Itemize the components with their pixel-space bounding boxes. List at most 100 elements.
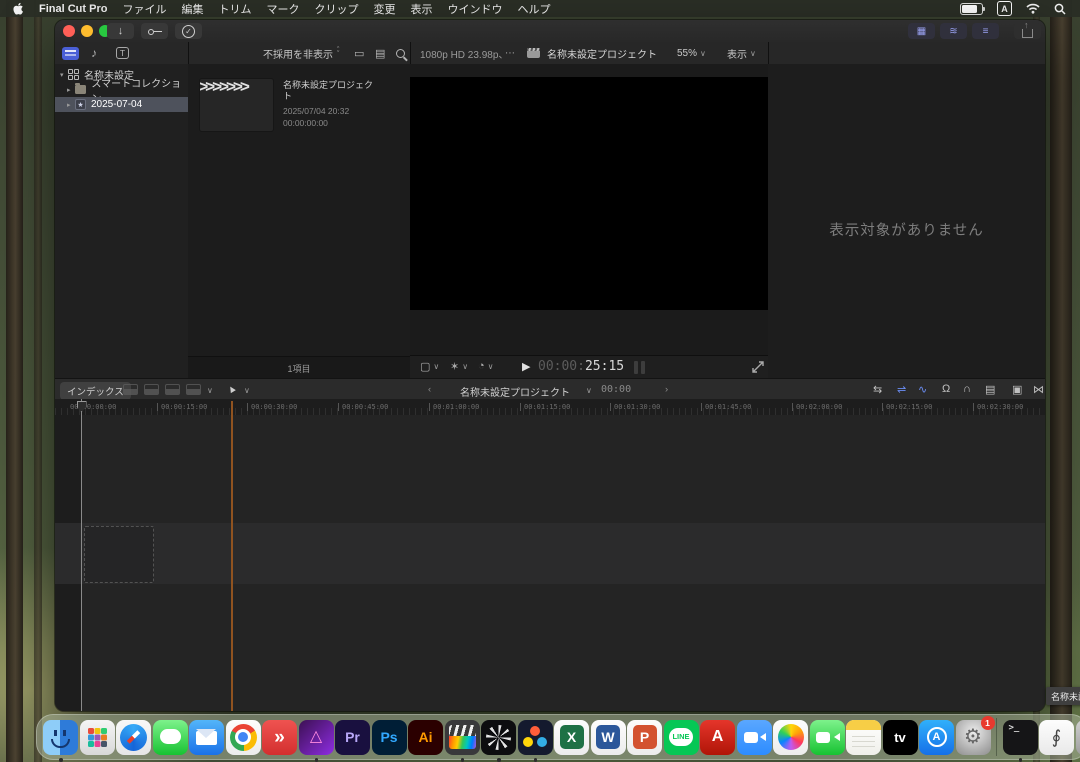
menu-edit[interactable]: 編集 — [181, 1, 203, 17]
list-view-button[interactable]: ▤ — [375, 45, 385, 61]
dock-item-zoom[interactable] — [737, 720, 772, 755]
viewer-format-info[interactable]: 1080p HD 23.98p、 — [420, 45, 508, 61]
dock-item-safari[interactable] — [116, 720, 151, 755]
dock-item-launchpad[interactable] — [80, 720, 115, 755]
minimize-button[interactable] — [81, 25, 93, 37]
effects-browser-icon[interactable]: ⋈ — [1033, 383, 1044, 396]
audio-skimming-icon[interactable]: ∿ — [918, 383, 927, 396]
index-button[interactable]: インデックス — [60, 382, 131, 400]
dock-item-final-cut-pro[interactable] — [445, 720, 480, 755]
dock-item-finder[interactable] — [43, 720, 78, 755]
sidebar-titles-tab[interactable]: T — [116, 45, 129, 61]
dock-item-acrobat[interactable]: A — [700, 720, 735, 755]
dock-item-excel[interactable]: X — [554, 720, 589, 755]
fullscreen-icon[interactable] — [752, 361, 764, 373]
chevron-down-icon[interactable]: ∨ — [244, 386, 250, 395]
chevron-down-icon[interactable]: ∨ — [586, 386, 592, 395]
menu-window[interactable]: ウインドウ — [447, 1, 502, 17]
title-bar[interactable]: ↓ ✓ ▦ ≋ ≡ — [55, 20, 1045, 43]
dock-item-notes[interactable] — [846, 720, 881, 755]
dock-item-diagnostics-app[interactable]: ∮ — [1039, 720, 1074, 755]
timeline-project-popup[interactable]: 名称未設定プロジェクト — [450, 384, 580, 399]
sidebar-library-tab[interactable] — [62, 45, 79, 61]
keyword-editor-button[interactable] — [141, 23, 168, 39]
snapping-icon[interactable]: ∩ — [963, 383, 971, 395]
background-tasks-button[interactable]: ✓ — [175, 23, 202, 39]
timeline-toggle-button[interactable]: ≋ — [940, 23, 967, 39]
browser-toggle-button[interactable]: ▦ — [908, 23, 935, 39]
retime-popup[interactable]: ◔∨ — [478, 360, 494, 372]
dock-item-premiere-pro[interactable]: Pr — [335, 720, 370, 755]
skimming-icon[interactable]: ⇌ — [897, 383, 906, 396]
project-list-item[interactable]: 名称未設定プロジェクト 2025/07/04 20:32 00:00:00:00 — [283, 80, 375, 129]
trim-icon[interactable]: ⇆ — [873, 383, 882, 396]
chevron-down-icon[interactable]: ∨ — [207, 386, 213, 395]
dock-item-photoshop[interactable]: Ps — [372, 720, 407, 755]
dock-item-davinci-resolve[interactable] — [518, 720, 553, 755]
transform-popup[interactable]: ▢∨ — [420, 360, 439, 373]
menu-trim[interactable]: トリム — [218, 1, 251, 17]
dock-item-illustrator[interactable]: Ai — [408, 720, 443, 755]
dock-item-messages[interactable] — [153, 720, 188, 755]
audio-meter-bar[interactable] — [634, 361, 638, 374]
dock-item-affinity-photo[interactable]: △ — [299, 720, 334, 755]
previous-project-button[interactable]: ‹ — [428, 384, 431, 395]
wifi-icon[interactable] — [1026, 3, 1040, 14]
sidebar-photos-audio-tab[interactable]: ♪ — [91, 45, 97, 61]
viewer-view-popup[interactable]: 表示∨ — [727, 45, 756, 61]
select-tool-icon[interactable]: ▲ — [225, 382, 239, 397]
dock-item-red-chevrons-app[interactable]: » — [262, 720, 297, 755]
dock-item-chrome[interactable] — [226, 720, 261, 755]
dock-item-system-settings[interactable]: ⚙1 — [956, 720, 991, 755]
dock-item-terminal[interactable]: >_ — [1003, 720, 1038, 755]
dock-item-word[interactable]: W — [591, 720, 626, 755]
connect-edit-icon[interactable] — [123, 384, 138, 395]
menu-mark[interactable]: マーク — [266, 1, 299, 17]
menu-help[interactable]: ヘルプ — [517, 1, 550, 17]
dock-item-app-store[interactable]: A — [919, 720, 954, 755]
insert-edit-icon[interactable] — [144, 384, 159, 395]
battery-icon[interactable] — [960, 3, 983, 15]
menu-file[interactable]: ファイル — [122, 1, 166, 17]
input-source-icon[interactable]: A — [997, 1, 1012, 16]
share-button[interactable] — [1014, 23, 1041, 39]
disclosure-closed-icon[interactable]: ▸ — [67, 86, 75, 94]
project-thumbnail[interactable]: >>>>>>> — [199, 78, 274, 132]
filter-popup[interactable]: 不採用を非表示 ˆˇ — [263, 45, 339, 61]
menu-view[interactable]: 表示 — [410, 1, 432, 17]
dock-item-apple-tv[interactable]: tv — [883, 720, 918, 755]
disclosure-open-icon[interactable]: ▾ — [60, 71, 68, 79]
apple-logo-icon[interactable] — [12, 2, 24, 16]
dock-item-pinwheel-app[interactable] — [481, 720, 516, 755]
effects-popup[interactable]: ✶∨ — [450, 360, 468, 373]
timeline-ruler[interactable]: 00:00:00:00 00:00:15:00 00:00:30:00 00:0… — [55, 399, 1045, 416]
viewer-zoom-popup[interactable]: 55%∨ — [677, 45, 706, 61]
append-edit-icon[interactable] — [165, 384, 180, 395]
dock-item-partial-app[interactable] — [1076, 720, 1080, 755]
menu-app-name[interactable]: Final Cut Pro — [39, 3, 107, 15]
primary-storyline-lane[interactable] — [55, 523, 1045, 584]
browser-search-button[interactable] — [396, 45, 405, 61]
dock-item-mail[interactable] — [189, 720, 224, 755]
menu-clip[interactable]: クリップ — [314, 1, 358, 17]
dock-item-line[interactable]: LINE — [664, 720, 699, 755]
import-media-button[interactable]: ↓ — [107, 23, 134, 39]
next-project-button[interactable]: › — [665, 384, 668, 395]
video-canvas[interactable] — [410, 77, 768, 310]
solo-icon[interactable]: Ω — [942, 383, 950, 395]
sidebar-item-smart-collection[interactable]: ▸ スマートコレクション — [55, 82, 188, 97]
audio-meter-bar[interactable] — [641, 361, 645, 374]
viewer-more-button[interactable]: ⋯ — [505, 45, 515, 61]
dock-item-facetime[interactable] — [810, 720, 845, 755]
inspector-toggle-button[interactable]: ≡ — [972, 23, 999, 39]
menu-modify[interactable]: 変更 — [373, 1, 395, 17]
spotlight-search-icon[interactable] — [1054, 3, 1066, 15]
filmstrip-view-button[interactable]: ▭ — [354, 45, 364, 61]
timeline-body[interactable] — [55, 415, 1045, 711]
play-button[interactable]: ▶ — [522, 360, 530, 373]
playhead-line[interactable] — [81, 399, 82, 711]
close-button[interactable] — [63, 25, 75, 37]
timeline-index-icon[interactable]: ▤ — [985, 383, 995, 396]
clip-appearance-icon[interactable]: ▣ — [1012, 383, 1022, 396]
dock-item-powerpoint[interactable]: P — [627, 720, 662, 755]
